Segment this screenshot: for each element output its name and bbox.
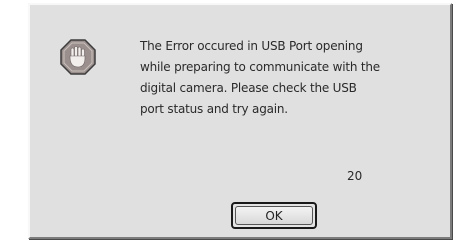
error-message: The Error occured in USB Port opening wh… [140,36,440,120]
error-code: 20 [347,169,363,183]
message-line: while preparing to communicate with the [140,60,380,74]
stop-hand-icon [60,39,96,75]
ok-button-label: OK [235,206,313,225]
message-line: The Error occured in USB Port opening [140,39,363,53]
error-dialog: The Error occured in USB Port opening wh… [28,3,452,239]
message-line: port status and try again. [140,102,288,116]
ok-button[interactable]: OK [231,202,317,229]
message-line: digital camera. Please check the USB [140,81,357,95]
